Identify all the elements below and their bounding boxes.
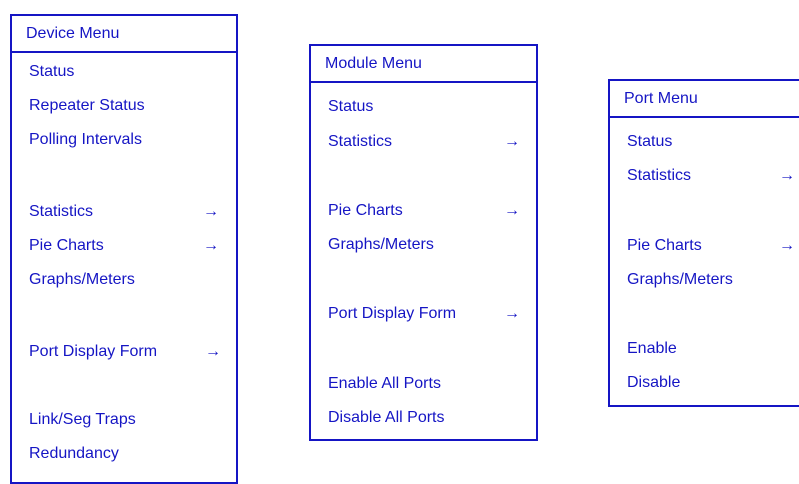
right-arrow-icon: → (205, 343, 221, 360)
menu-item-label: Disable (627, 374, 681, 391)
device-menu-divider (12, 51, 236, 53)
menu-item-label: Graphs/Meters (627, 271, 733, 288)
module-menu-item-graphs-meters[interactable]: Graphs/Meters (311, 228, 536, 262)
module-menu-item-port-display-form[interactable]: Port Display Form → (311, 297, 536, 331)
menu-item-label: Graphs/Meters (29, 271, 135, 288)
menu-item-label: Redundancy (29, 445, 119, 462)
port-menu-item-status[interactable]: Status (610, 125, 799, 159)
module-menu-title: Module Menu (325, 55, 422, 72)
menu-item-label: Pie Charts (627, 237, 702, 254)
menu-item-label: Port Display Form (29, 343, 158, 360)
port-menu-item-statistics[interactable]: Statistics → (610, 159, 799, 193)
device-menu-item-pie-charts[interactable]: Pie Charts → (12, 229, 236, 263)
right-arrow-icon: → (504, 305, 520, 322)
menu-item-label: Enable (627, 340, 677, 357)
device-menu-item-status[interactable]: Status (12, 55, 236, 89)
device-menu-item-port-display-form[interactable]: Port Display Form → (12, 335, 236, 369)
menu-item-label: Status (328, 98, 374, 115)
menu-item-label: Repeater Status (29, 97, 145, 114)
menu-item-label: Statistics (328, 133, 393, 150)
device-menu-item-repeater-status[interactable]: Repeater Status (12, 89, 236, 123)
port-menu-item-graphs-meters[interactable]: Graphs/Meters (610, 263, 799, 297)
menu-item-label: Statistics (29, 203, 94, 220)
menu-item-label: Link/Seg Traps (29, 411, 136, 428)
menu-item-label: Polling Intervals (29, 131, 142, 148)
port-menu-item-enable[interactable]: Enable (610, 332, 799, 366)
menu-item-label: Pie Charts (29, 237, 104, 254)
port-menu-item-disable[interactable]: Disable (610, 366, 799, 400)
menu-item-label: Status (29, 63, 75, 80)
port-menu-title: Port Menu (624, 90, 698, 107)
module-menu: Module Menu Status Statistics → Pie Char… (309, 44, 538, 441)
menu-item-label: Statistics (627, 167, 692, 184)
module-menu-item-enable-all-ports[interactable]: Enable All Ports (311, 367, 536, 401)
menu-item-label: Pie Charts (328, 202, 403, 219)
menu-item-label: Graphs/Meters (328, 236, 434, 253)
module-menu-item-statistics[interactable]: Statistics → (311, 125, 536, 159)
device-menu-item-link-seg-traps[interactable]: Link/Seg Traps (12, 403, 236, 437)
device-menu-item-statistics[interactable]: Statistics → (12, 195, 236, 229)
menu-item-label: Disable All Ports (328, 409, 445, 426)
right-arrow-icon: → (203, 203, 219, 220)
right-arrow-icon: → (203, 237, 219, 254)
right-arrow-icon: → (504, 133, 520, 150)
right-arrow-icon: → (779, 167, 795, 184)
menu-item-label: Port Display Form (328, 305, 457, 322)
right-arrow-icon: → (779, 237, 795, 254)
port-menu: Port Menu Status Statistics → Pie Charts… (608, 79, 799, 407)
module-menu-item-status[interactable]: Status (311, 90, 536, 124)
menu-item-label: Status (627, 133, 673, 150)
device-menu-item-polling-intervals[interactable]: Polling Intervals (12, 123, 236, 157)
module-menu-item-disable-all-ports[interactable]: Disable All Ports (311, 401, 536, 435)
right-arrow-icon: → (504, 202, 520, 219)
port-menu-item-pie-charts[interactable]: Pie Charts → (610, 229, 799, 263)
menu-item-label: Enable All Ports (328, 375, 441, 392)
module-menu-divider (311, 81, 536, 83)
device-menu: Device Menu Status Repeater Status Polli… (10, 14, 238, 484)
device-menu-title: Device Menu (26, 25, 120, 42)
device-menu-item-graphs-meters[interactable]: Graphs/Meters (12, 263, 236, 297)
port-menu-divider (610, 116, 799, 118)
device-menu-item-redundancy[interactable]: Redundancy (12, 437, 236, 471)
module-menu-item-pie-charts[interactable]: Pie Charts → (311, 194, 536, 228)
